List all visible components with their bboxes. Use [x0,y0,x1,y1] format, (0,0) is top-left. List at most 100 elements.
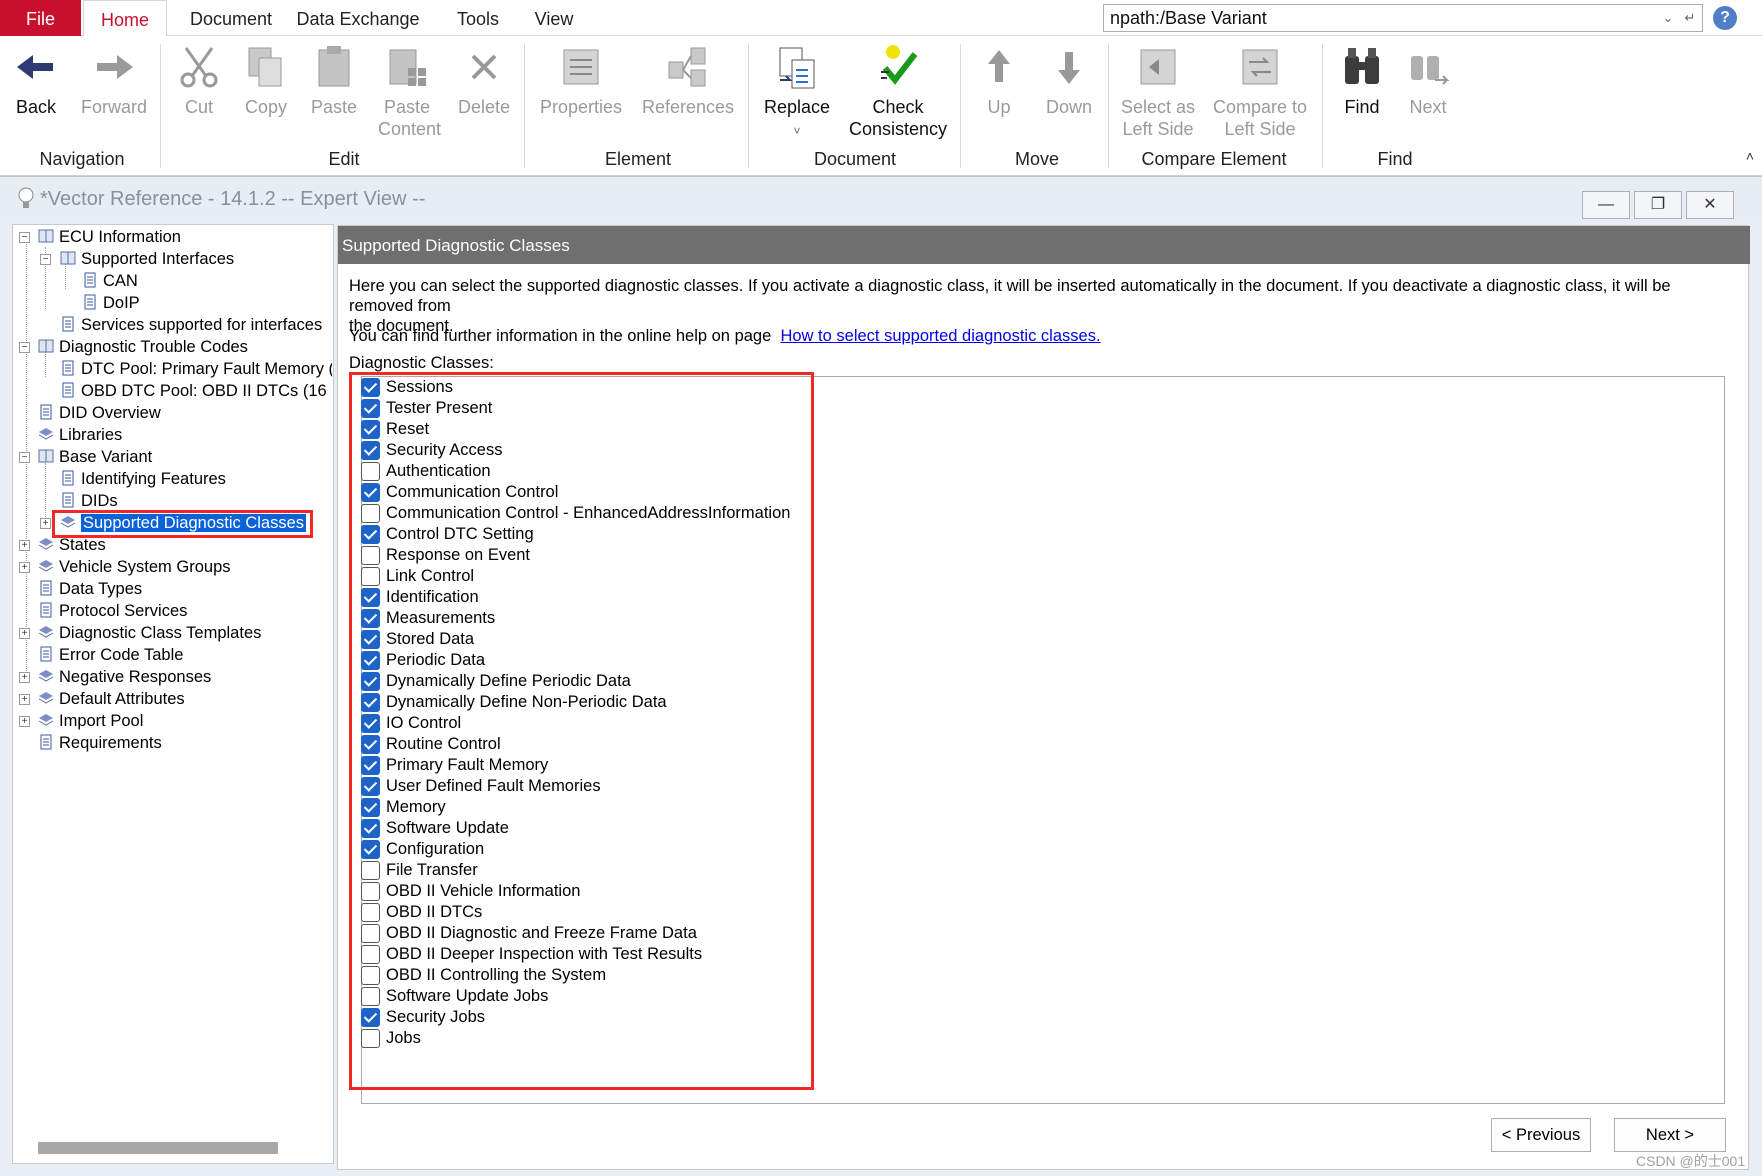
tree-expander[interactable]: − [19,232,30,243]
tree-item-import-pool[interactable]: Import Pool [38,710,143,732]
tree-item-identifying-features[interactable]: Identifying Features [60,468,226,490]
compare-left-side-button[interactable]: Compare to Left Side [1210,44,1310,140]
tab-home[interactable]: Home [83,0,167,37]
folder-book-icon [60,251,76,265]
tree-item-protocol-services[interactable]: Protocol Services [38,600,187,622]
delete-button[interactable]: Delete [456,44,512,118]
tree-item-error-code-table[interactable]: Error Code Table [38,644,183,666]
collapse-ribbon-icon[interactable]: ˄ [1746,148,1754,164]
minimize-icon[interactable]: — [1582,191,1630,219]
find-next-button[interactable]: Next [1402,44,1454,118]
back-arrow-icon [17,55,53,79]
document-icon [40,404,52,420]
tree-item-libraries[interactable]: Libraries [38,424,122,446]
select-left-side-button[interactable]: Select as Left Side [1118,44,1198,140]
tree-item-diagnostic-trouble-codes[interactable]: Diagnostic Trouble Codes [38,336,248,358]
tree-item-vehicle-system-groups[interactable]: Vehicle System Groups [38,556,231,578]
tree-item-default-attributes[interactable]: Default Attributes [38,688,185,710]
tree-expander[interactable]: + [19,694,30,705]
tree-expander[interactable]: + [19,716,30,727]
tree-expander[interactable]: + [19,540,30,551]
compare-icon [1242,49,1278,85]
document-icon [62,360,74,376]
tab-data-exchange[interactable]: Data Exchange [292,0,424,36]
tree-item-data-types[interactable]: Data Types [38,578,142,600]
restore-icon[interactable]: ❐ [1634,191,1682,219]
go-icon[interactable]: ↵ [1680,8,1700,28]
folder-book-icon [38,229,54,243]
tree-line [45,463,46,517]
window-title: *Vector Reference - 14.1.2 -- Expert Vie… [40,188,426,210]
npath-value: npath:/Base Variant [1110,8,1267,28]
tree-expander[interactable]: + [19,628,30,639]
tab-document[interactable]: Document [176,0,286,36]
highlight-box-classes [349,372,814,1090]
tree-horizontal-scrollbar[interactable] [38,1142,278,1154]
document-icon [40,734,52,750]
tree-item-requirements[interactable]: Requirements [38,732,162,754]
tree-item-doip[interactable]: DoIP [82,292,140,314]
previous-button[interactable]: < Previous [1491,1118,1591,1152]
tab-tools[interactable]: Tools [446,0,510,36]
binoculars-icon [1345,48,1379,84]
tab-view[interactable]: View [526,0,582,36]
stack-icon [38,560,54,572]
select-left-icon [1140,49,1176,85]
diagnostic-classes-label: Diagnostic Classes: [349,354,494,372]
replace-button[interactable]: Replace ˅ [760,44,834,142]
cut-button[interactable]: Cut [176,44,222,118]
tree-item-did-overview[interactable]: DID Overview [38,402,161,424]
up-button[interactable]: Up [976,44,1022,118]
check-consistency-button[interactable]: Check Consistency [846,44,950,140]
group-edit: Edit [328,149,360,169]
ribbon: Back Forward Navigation Cut Copy Paste P… [0,36,1762,176]
tree-item-diagnostic-class-templates[interactable]: Diagnostic Class Templates [38,622,261,644]
tree-item-negative-responses[interactable]: Negative Responses [38,666,211,688]
tree-item-dtc-pool-primary[interactable]: DTC Pool: Primary Fault Memory (24 [60,358,332,380]
tree-expander[interactable]: − [19,342,30,353]
chevron-down-icon[interactable]: ⌄ [1658,8,1678,28]
document-icon [84,272,96,288]
supported-diagnostic-classes-panel: Supported Diagnostic Classes Here you ca… [337,225,1750,1170]
help-link[interactable]: How to select supported diagnostic class… [780,327,1100,345]
tab-file[interactable]: File [0,0,81,36]
tree-expander[interactable]: + [40,518,51,529]
find-button[interactable]: Find [1336,44,1388,118]
back-button[interactable]: Back [12,44,60,118]
copy-button[interactable]: Copy [240,44,292,118]
tree-item-can[interactable]: CAN [82,270,138,292]
close-icon[interactable]: ✕ [1686,191,1734,219]
properties-icon [563,49,599,85]
menu-bar: File Home Document Data Exchange Tools V… [0,0,1762,37]
tree-item-base-variant[interactable]: Base Variant [38,446,152,468]
down-button[interactable]: Down [1040,44,1098,118]
copy-icon [248,47,282,87]
stack-icon [38,428,54,440]
group-navigation: Navigation [39,149,125,169]
tree-expander[interactable]: + [19,672,30,683]
document-icon [62,382,74,398]
tree-item-dids[interactable]: DIDs [60,490,118,512]
tree-item-ecu-information[interactable]: ECU Information [38,226,181,248]
references-button[interactable]: References [638,44,738,118]
npath-field[interactable]: npath:/Base Variant ⌄ ↵ [1103,4,1703,32]
properties-button[interactable]: Properties [538,44,624,118]
group-find: Find [1377,149,1413,169]
forward-button[interactable]: Forward [76,44,152,118]
tree-item-obd-dtc-pool[interactable]: OBD DTC Pool: OBD II DTCs (16 B [60,380,332,402]
arrow-up-icon [988,50,1010,82]
folder-book-icon [38,339,54,353]
paste-content-button[interactable]: Paste Content [378,44,441,140]
tree-expander[interactable]: + [19,562,30,573]
dropdown-caret-icon: ˅ [793,124,801,138]
help-icon[interactable]: ? [1713,6,1737,30]
ribbon-separator [1322,44,1323,168]
tree-expander[interactable]: − [19,452,30,463]
ribbon-separator [1108,44,1109,168]
tree-item-states[interactable]: States [38,534,106,556]
tree-item-supported-interfaces[interactable]: Supported Interfaces [60,248,234,270]
paste-button[interactable]: Paste [306,44,362,118]
next-button[interactable]: Next > [1614,1118,1726,1152]
tree-expander[interactable]: − [40,254,51,265]
tree-item-services-supported[interactable]: Services supported for interfaces [60,314,322,336]
